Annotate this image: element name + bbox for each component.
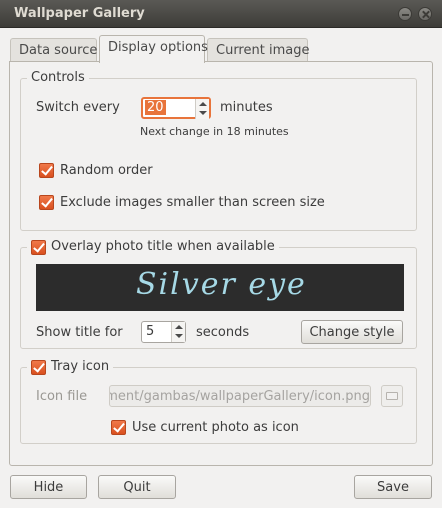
quit-button[interactable]: Quit — [98, 475, 176, 499]
icon-file-value: pment/gambas/wallpaperGallery/icon.png — [109, 389, 370, 404]
controls-legend: Controls — [27, 70, 89, 85]
change-style-button[interactable]: Change style — [301, 320, 403, 344]
random-order-label[interactable]: Random order — [60, 163, 153, 178]
tab-display-options[interactable]: Display options — [99, 35, 208, 63]
preview-text: Silver eye — [136, 267, 307, 302]
show-title-unit: seconds — [196, 325, 250, 340]
overlay-legend: Overlay photo title when available — [27, 239, 279, 254]
tab-data-source[interactable]: Data source — [10, 38, 97, 62]
window-title: Wallpaper Gallery — [14, 6, 145, 21]
exclude-small-label[interactable]: Exclude images smaller than screen size — [60, 195, 325, 210]
switch-interval-value[interactable]: 20 — [145, 100, 166, 115]
overlay-frame: Overlay photo title when available Silve… — [20, 239, 417, 349]
controls-frame: Controls Switch every 20 minutes Next ch… — [20, 70, 417, 231]
show-title-stepper[interactable]: 5 — [141, 321, 186, 343]
switch-every-label: Switch every — [36, 100, 120, 115]
icon-file-label: Icon file — [36, 389, 88, 404]
use-current-photo-label[interactable]: Use current photo as icon — [132, 420, 299, 435]
title-bar: Wallpaper Gallery — [0, 0, 442, 28]
folder-icon — [386, 392, 398, 400]
random-order-checkbox[interactable] — [39, 163, 54, 178]
spin-up-icon[interactable] — [175, 325, 183, 329]
overlay-title-label[interactable]: Overlay photo title when available — [51, 239, 275, 254]
display-options-panel: Controls Switch every 20 minutes Next ch… — [9, 61, 433, 466]
overlay-title-checkbox[interactable] — [31, 240, 46, 255]
close-icon[interactable] — [418, 7, 432, 21]
tray-icon-frame: Tray icon Icon file pment/gambas/wallpap… — [20, 359, 417, 444]
tab-current-image[interactable]: Current image — [207, 38, 309, 62]
spin-up-icon[interactable] — [199, 102, 207, 106]
save-button[interactable]: Save — [354, 475, 432, 499]
switch-unit-label: minutes — [220, 100, 273, 115]
show-title-label: Show title for — [36, 325, 123, 340]
tray-icon-checkbox[interactable] — [31, 360, 46, 375]
spin-down-icon[interactable] — [199, 111, 207, 115]
exclude-small-checkbox[interactable] — [39, 195, 54, 210]
minimize-icon[interactable] — [398, 7, 412, 21]
title-style-preview: Silver eye — [36, 264, 404, 311]
browse-button[interactable] — [381, 385, 403, 407]
use-current-photo-checkbox[interactable] — [111, 420, 126, 435]
tray-icon-label[interactable]: Tray icon — [51, 359, 109, 374]
switch-interval-stepper[interactable]: 20 — [141, 97, 211, 119]
hide-button[interactable]: Hide — [10, 475, 87, 499]
spin-down-icon[interactable] — [175, 334, 183, 338]
icon-file-input[interactable]: pment/gambas/wallpaperGallery/icon.png — [109, 385, 371, 407]
next-change-text: Next change in 18 minutes — [140, 125, 289, 138]
show-title-value[interactable]: 5 — [146, 324, 154, 339]
